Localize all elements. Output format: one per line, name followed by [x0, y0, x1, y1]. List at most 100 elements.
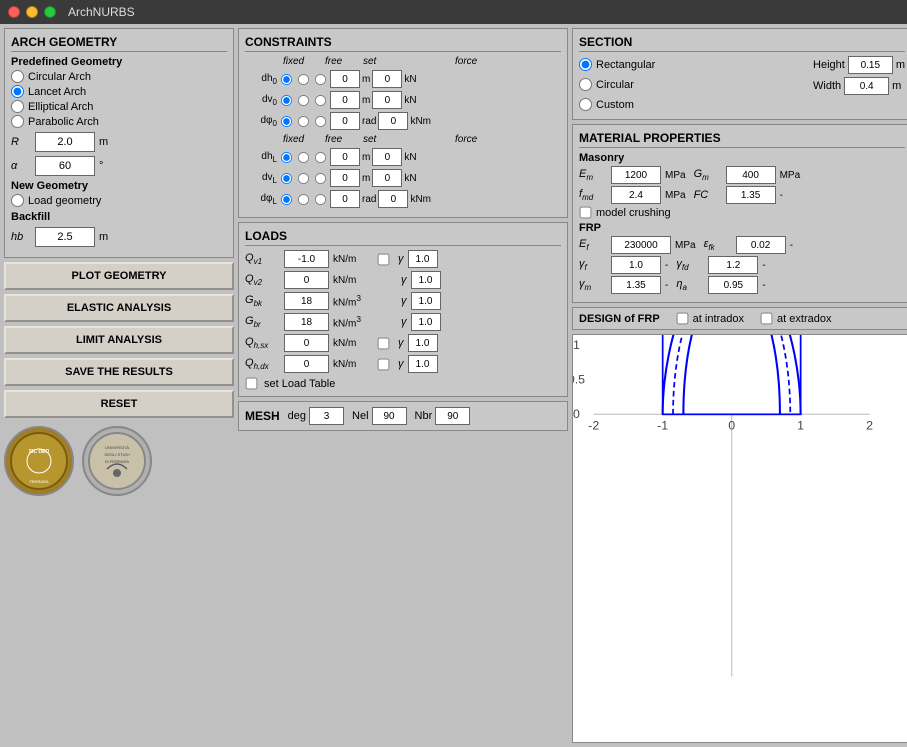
dh0-set-radio[interactable] [315, 73, 326, 84]
dv0-set-radio[interactable] [315, 94, 326, 105]
mesh-deg-input[interactable] [309, 407, 344, 425]
circular-label: Circular Arch [28, 71, 91, 83]
dv0-set-value[interactable] [330, 91, 360, 109]
gbr-gamma[interactable] [411, 313, 441, 331]
qv1-gamma[interactable] [408, 250, 438, 268]
save-results-button[interactable]: SAVE THE RESULTS [4, 358, 234, 386]
lancet-radio[interactable] [11, 85, 24, 98]
arch-type-elliptical[interactable]: Elliptical Arch [11, 100, 227, 113]
dphi0-force-value[interactable] [378, 112, 408, 130]
dhL-label: dhL [245, 151, 277, 164]
section-title: SECTION [579, 35, 905, 52]
dv0-fixed-radio[interactable] [281, 94, 292, 105]
plot-geometry-button[interactable]: PLOT GEOMETRY [4, 262, 234, 290]
mesh-nbr-input[interactable] [435, 407, 470, 425]
gm-input[interactable] [726, 166, 776, 184]
dvL-set-value[interactable] [330, 169, 360, 187]
dv0-free-radio[interactable] [298, 94, 309, 105]
extradox-check[interactable] [761, 313, 773, 325]
mesh-nel-input[interactable] [372, 407, 407, 425]
close-button[interactable] [8, 6, 20, 18]
set-load-table-check[interactable] [246, 378, 258, 390]
gm2-input[interactable] [611, 276, 661, 294]
fc-input[interactable] [726, 186, 776, 204]
circular-radio[interactable] [11, 70, 24, 83]
height-input[interactable] [848, 56, 893, 74]
qv1-check[interactable] [378, 253, 390, 265]
qv2-input[interactable] [284, 271, 329, 289]
width-input[interactable] [844, 77, 889, 95]
dphi0-fixed-radio[interactable] [281, 115, 292, 126]
em-input[interactable] [611, 166, 661, 184]
fmd-input[interactable] [611, 186, 661, 204]
dphiL-fixed-radio[interactable] [281, 193, 292, 204]
col-fixed-2: fixed [283, 134, 325, 145]
fc-label: FC [694, 189, 722, 201]
dphi0-set-radio[interactable] [315, 115, 326, 126]
dphi0-free-radio[interactable] [298, 115, 309, 126]
qhsx-gamma[interactable] [408, 334, 438, 352]
dh0-force-value[interactable] [372, 70, 402, 88]
gbk-gamma[interactable] [411, 292, 441, 310]
alpha-input[interactable] [35, 156, 95, 176]
r-input[interactable] [35, 132, 95, 152]
section-circular[interactable]: Circular [579, 78, 655, 91]
dphiL-set-radio[interactable] [315, 193, 326, 204]
ef-input[interactable] [611, 236, 671, 254]
parabolic-radio[interactable] [11, 115, 24, 128]
na-input[interactable] [708, 276, 758, 294]
dh0-free-radio[interactable] [298, 73, 309, 84]
qhdx-check[interactable] [378, 358, 390, 370]
intradox-check[interactable] [676, 313, 688, 325]
minimize-button[interactable] [26, 6, 38, 18]
mesh-nbr-field: Nbr [415, 407, 471, 425]
section-rectangular[interactable]: Rectangular [579, 58, 655, 71]
gf-input[interactable] [611, 256, 661, 274]
maximize-button[interactable] [44, 6, 56, 18]
qv2-gamma[interactable] [411, 271, 441, 289]
dphiL-set-value[interactable] [330, 190, 360, 208]
crushing-check[interactable] [580, 207, 592, 219]
custom-radio[interactable] [579, 98, 592, 111]
dvL-free-radio[interactable] [298, 172, 309, 183]
load-geometry-radio[interactable] [11, 194, 24, 207]
qhdx-gamma[interactable] [408, 355, 438, 373]
qhsx-check[interactable] [378, 337, 390, 349]
dphi0-set-value[interactable] [330, 112, 360, 130]
dhL-set-radio[interactable] [315, 151, 326, 162]
gfd-input[interactable] [708, 256, 758, 274]
dhL-set-value[interactable] [330, 148, 360, 166]
dh0-set-value[interactable] [330, 70, 360, 88]
dhL-fixed-radio[interactable] [281, 151, 292, 162]
gbk-input[interactable] [284, 292, 329, 310]
qhdx-input[interactable] [284, 355, 329, 373]
hb-input[interactable] [35, 227, 95, 247]
dphiL-force-value[interactable] [378, 190, 408, 208]
dphiL-free-radio[interactable] [298, 193, 309, 204]
arch-type-lancet[interactable]: Lancet Arch [11, 85, 227, 98]
load-geometry-row[interactable]: Load geometry [11, 194, 227, 207]
dhL-free-radio[interactable] [298, 151, 309, 162]
limit-analysis-button[interactable]: LIMIT ANALYSIS [4, 326, 234, 354]
qhsx-label: Qh,sx [245, 336, 280, 350]
arch-type-circular[interactable]: Circular Arch [11, 70, 227, 83]
dhL-force-value[interactable] [372, 148, 402, 166]
qhsx-input[interactable] [284, 334, 329, 352]
dvL-set-radio[interactable] [315, 172, 326, 183]
gm-na-row: γm - ηa - [579, 276, 905, 294]
elliptical-radio[interactable] [11, 100, 24, 113]
efk-input[interactable] [736, 236, 786, 254]
reset-button[interactable]: RESET [4, 390, 234, 418]
dvL-force-value[interactable] [372, 169, 402, 187]
dh0-fixed-radio[interactable] [281, 73, 292, 84]
rectangular-radio[interactable] [579, 58, 592, 71]
section-circular-radio[interactable] [579, 78, 592, 91]
gbr-input[interactable] [284, 313, 329, 331]
dvL-fixed-radio[interactable] [281, 172, 292, 183]
section-custom[interactable]: Custom [579, 98, 655, 111]
arch-type-parabolic[interactable]: Parabolic Arch [11, 115, 227, 128]
right-column: SECTION Rectangular Circular Custom [572, 28, 907, 743]
qv1-input[interactable] [284, 250, 329, 268]
dv0-force-value[interactable] [372, 91, 402, 109]
elastic-analysis-button[interactable]: ELASTIC ANALYSIS [4, 294, 234, 322]
